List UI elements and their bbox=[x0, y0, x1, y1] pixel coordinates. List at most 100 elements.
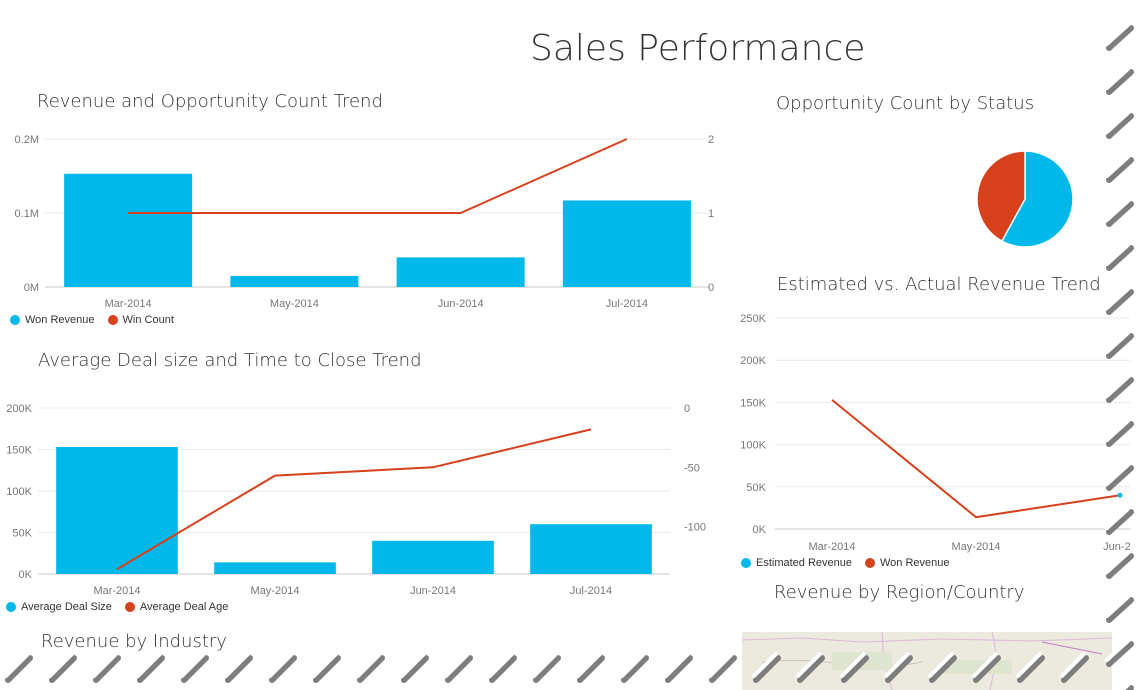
region-map[interactable] bbox=[742, 632, 1112, 690]
tear-highlight bbox=[268, 652, 294, 678]
tear-mark bbox=[357, 655, 385, 683]
x-tick-label: Mar-2014 bbox=[93, 585, 140, 597]
status-title: Opportunity Count by Status bbox=[776, 93, 1035, 114]
est-actual-legend: Estimated Revenue Won Revenue bbox=[741, 557, 950, 569]
tear-mark bbox=[577, 655, 605, 683]
tear-mark bbox=[49, 655, 77, 683]
bar-jul-2014 bbox=[530, 524, 652, 574]
y-tick-label: 0K bbox=[753, 524, 767, 536]
bar-jun-2014 bbox=[372, 540, 494, 574]
tear-highlight bbox=[1105, 594, 1131, 618]
y-tick-label: 0K bbox=[19, 569, 33, 581]
y-tick-label: 0.2M bbox=[15, 134, 39, 146]
tear-highlight bbox=[708, 652, 734, 678]
tear-mark bbox=[1106, 553, 1134, 579]
bar-jun-2014 bbox=[396, 257, 525, 287]
y2-tick-label: 1 bbox=[708, 208, 714, 220]
tear-highlight bbox=[1105, 66, 1131, 90]
tear-mark bbox=[181, 655, 209, 683]
legend-estimated-revenue-swatch bbox=[741, 558, 751, 568]
tear-mark bbox=[1106, 597, 1134, 623]
legend-win-count[interactable]: Win Count bbox=[123, 314, 174, 326]
y-tick-label: 0M bbox=[24, 282, 39, 294]
tear-highlight bbox=[444, 652, 470, 678]
y-tick-label: 50K bbox=[12, 528, 32, 540]
bar-mar-2014 bbox=[56, 447, 178, 574]
legend-average-deal-size-swatch bbox=[6, 602, 16, 612]
tear-highlight bbox=[664, 652, 690, 678]
deal-size-legend: Average Deal Size Average Deal Age bbox=[6, 601, 228, 613]
tear-highlight bbox=[1105, 550, 1131, 574]
legend-estimated-revenue[interactable]: Estimated Revenue bbox=[756, 557, 852, 569]
x-tick-label: Jul-2014 bbox=[606, 298, 648, 310]
x-tick-label: Mar-2014 bbox=[105, 298, 152, 310]
tear-mark bbox=[1106, 157, 1134, 183]
status-pie-chart[interactable] bbox=[970, 145, 1080, 255]
tear-mark bbox=[1106, 201, 1134, 227]
y-tick-label: 200K bbox=[740, 355, 766, 367]
legend-average-deal-size[interactable]: Average Deal Size bbox=[21, 601, 112, 613]
tear-mark bbox=[137, 655, 165, 683]
tear-highlight bbox=[532, 652, 558, 678]
legend-est-won-revenue[interactable]: Won Revenue bbox=[880, 557, 950, 569]
tear-mark bbox=[533, 655, 561, 683]
legend-average-deal-age[interactable]: Average Deal Age bbox=[140, 601, 228, 613]
legend-average-deal-age-swatch bbox=[124, 602, 135, 612]
deal-size-title: Average Deal size and Time to Close Tren… bbox=[38, 350, 422, 371]
x-tick-label: Jun-2014 bbox=[438, 298, 484, 310]
series-point-estimated-revenue bbox=[1117, 492, 1123, 498]
tear-mark bbox=[445, 655, 473, 683]
tear-highlight bbox=[620, 652, 646, 678]
tear-mark bbox=[489, 655, 517, 683]
tear-mark bbox=[225, 655, 253, 683]
tear-highlight bbox=[312, 652, 338, 678]
tear-mark bbox=[1106, 641, 1134, 667]
y-tick-label: 150K bbox=[6, 445, 32, 457]
tear-highlight bbox=[180, 652, 206, 678]
tear-mark bbox=[269, 655, 297, 683]
x-tick-label: May-2014 bbox=[251, 585, 300, 597]
tear-highlight bbox=[1105, 110, 1131, 134]
tear-highlight bbox=[1105, 242, 1131, 266]
tear-highlight bbox=[1105, 154, 1131, 178]
tear-mark bbox=[665, 655, 693, 683]
tear-mark bbox=[5, 655, 33, 683]
x-tick-label: Mar-2014 bbox=[808, 541, 855, 553]
legend-won-revenue[interactable]: Won Revenue bbox=[25, 314, 95, 326]
revenue-trend-legend: Won Revenue Win Count bbox=[10, 314, 174, 326]
y2-tick-label: -100 bbox=[684, 522, 706, 534]
legend-est-won-revenue-swatch bbox=[865, 558, 875, 568]
tear-mark bbox=[1106, 113, 1134, 139]
tear-mark bbox=[621, 655, 649, 683]
tear-highlight bbox=[48, 652, 74, 678]
y-tick-label: 100K bbox=[6, 486, 32, 498]
revenue-trend-chart[interactable]: 0M 0.1M 0.2M 0 1 2 Mar-2014 May-2014 Jun-2014 Jul… bbox=[0, 125, 730, 310]
series-line-won-revenue bbox=[831, 399, 1121, 519]
legend-won-revenue-swatch bbox=[10, 315, 20, 325]
tear-mark bbox=[93, 655, 121, 683]
y-tick-label: 150K bbox=[740, 397, 766, 409]
est-actual-chart[interactable]: 0K 50K 100K 150K 200K 250K Mar-2014 May-2014 Jun… bbox=[730, 305, 1130, 555]
x-tick-label: Jun-20 bbox=[1103, 541, 1130, 553]
y-tick-label: 200K bbox=[6, 403, 32, 415]
x-tick-label: Jun-2014 bbox=[410, 585, 456, 597]
y-tick-label: 100K bbox=[740, 440, 766, 452]
bar-mar-2014 bbox=[64, 173, 193, 287]
tear-highlight bbox=[1105, 198, 1131, 222]
y-tick-label: 50K bbox=[746, 482, 766, 494]
tear-highlight bbox=[576, 652, 602, 678]
region-title: Revenue by Region/Country bbox=[774, 582, 1025, 603]
tear-mark bbox=[709, 655, 737, 683]
bar-may-2014 bbox=[214, 562, 336, 574]
series-line-average-deal-age bbox=[116, 428, 592, 571]
tear-highlight bbox=[224, 652, 250, 678]
x-tick-label: May-2014 bbox=[952, 541, 1001, 553]
y2-tick-label: 0 bbox=[684, 403, 690, 415]
tear-mark bbox=[1106, 25, 1134, 51]
revenue-trend-title: Revenue and Opportunity Count Trend bbox=[37, 91, 383, 112]
tear-highlight bbox=[488, 652, 514, 678]
page-title: Sales Performance bbox=[530, 28, 866, 69]
tear-mark bbox=[1106, 69, 1134, 95]
est-actual-title: Estimated vs. Actual Revenue Trend bbox=[777, 274, 1101, 295]
deal-size-chart[interactable]: 0K 50K 100K 150K 200K 0 -50 -100 Mar-2014 May-201… bbox=[0, 395, 730, 600]
